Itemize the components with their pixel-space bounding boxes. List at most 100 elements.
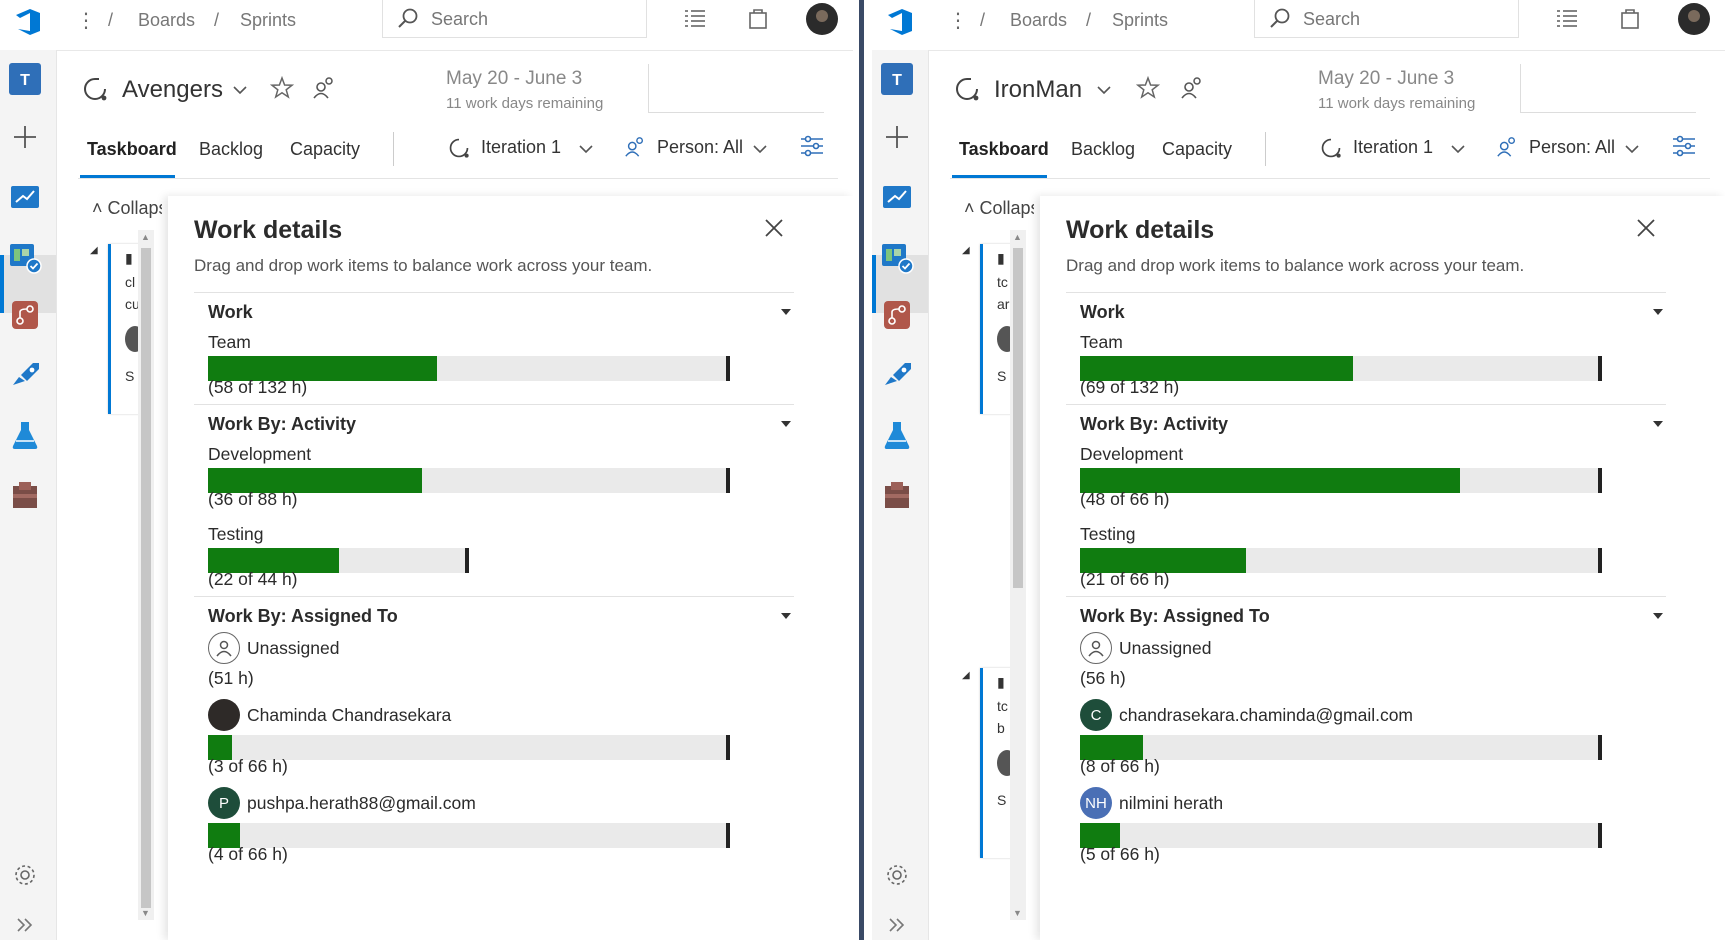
section-activity-title[interactable]: Work By: Activity [1080, 414, 1228, 435]
collapse-all-link[interactable]: ˄ Collapse [92, 198, 162, 219]
favorite-star-icon[interactable] [1136, 76, 1160, 100]
section-work-title[interactable]: Work [1080, 302, 1125, 323]
team-name[interactable]: Avengers [122, 76, 223, 104]
tab-capacity[interactable]: Capacity [1162, 139, 1232, 160]
card-title-fragment: b [997, 720, 1005, 736]
settings-gear-icon[interactable] [8, 858, 42, 892]
iteration-picker[interactable]: Iteration 1 [481, 137, 561, 158]
row-expander-icon[interactable]: ◢ [962, 670, 970, 681]
project-icon[interactable]: T [8, 62, 42, 96]
plus-icon[interactable] [880, 120, 914, 154]
user-avatar[interactable] [806, 3, 838, 35]
test-plans-icon[interactable] [8, 418, 42, 452]
chevron-down-icon[interactable] [752, 143, 768, 155]
chevron-down-icon[interactable] [232, 84, 248, 96]
azure-devops-logo-icon[interactable] [884, 6, 916, 38]
breadcrumb-sprints[interactable]: Sprints [1112, 10, 1168, 31]
tab-taskboard[interactable]: Taskboard [959, 139, 1049, 160]
person-filter[interactable]: Person: All [1529, 137, 1615, 158]
close-icon[interactable] [1636, 218, 1656, 238]
filter-settings-icon[interactable] [1672, 135, 1696, 157]
chevron-down-icon[interactable] [1096, 84, 1112, 96]
section-assigned-title[interactable]: Work By: Assigned To [1080, 606, 1270, 627]
test-plans-icon[interactable] [880, 418, 914, 452]
tab-capacity[interactable]: Capacity [290, 139, 360, 160]
expand-rail-icon[interactable] [880, 908, 914, 940]
repos-icon[interactable] [8, 298, 42, 332]
board-scrollbar[interactable]: ▲ ▼ [138, 230, 154, 920]
team-sprint-icon [84, 78, 107, 101]
section-activity-title[interactable]: Work By: Activity [208, 414, 356, 435]
shopping-bag-icon[interactable] [1620, 7, 1640, 29]
boards-icon[interactable] [880, 240, 914, 274]
scroll-up-arrow[interactable]: ▲ [1013, 232, 1022, 242]
capacity-marker [1598, 735, 1602, 760]
capacity-marker [1598, 823, 1602, 848]
person-filter[interactable]: Person: All [657, 137, 743, 158]
pipelines-icon[interactable] [880, 358, 914, 392]
team-members-icon[interactable] [1180, 76, 1204, 100]
left-window: ⋮ / Boards / Sprints Search T Avengers M… [0, 0, 853, 940]
activity-label: Testing [208, 524, 264, 544]
azure-devops-logo-icon[interactable] [12, 6, 44, 38]
filter-settings-icon[interactable] [800, 135, 824, 157]
expand-rail-icon[interactable] [8, 908, 42, 940]
section-collapse-caret-icon[interactable] [1653, 613, 1663, 619]
breadcrumb-boards[interactable]: Boards [1010, 10, 1067, 31]
scrollbar-thumb[interactable] [1013, 248, 1023, 588]
assignee-hours: (5 of 66 h) [1080, 844, 1160, 864]
section-collapse-caret-icon[interactable] [781, 421, 791, 427]
scroll-down-arrow[interactable]: ▼ [141, 908, 150, 918]
card-type-icon: ▮ [997, 674, 1005, 690]
search-input[interactable]: Search [382, 0, 647, 38]
pipelines-icon[interactable] [8, 358, 42, 392]
more-icon[interactable]: ⋮ [76, 8, 96, 33]
team-sprint-icon [956, 78, 979, 101]
list-icon[interactable] [1556, 8, 1578, 28]
scrollbar-thumb[interactable] [141, 248, 151, 908]
search-input[interactable]: Search [1254, 0, 1519, 38]
scroll-down-arrow[interactable]: ▼ [1013, 908, 1022, 918]
breadcrumb-sprints[interactable]: Sprints [240, 10, 296, 31]
breadcrumb-boards[interactable]: Boards [138, 10, 195, 31]
chevron-down-icon[interactable] [1450, 143, 1466, 155]
scroll-up-arrow[interactable]: ▲ [141, 232, 150, 242]
section-collapse-caret-icon[interactable] [1653, 309, 1663, 315]
favorite-star-icon[interactable] [270, 76, 294, 100]
capacity-marker [726, 468, 730, 493]
repos-icon[interactable] [880, 298, 914, 332]
chevron-down-icon[interactable] [1624, 143, 1640, 155]
shopping-bag-icon[interactable] [748, 7, 768, 29]
boards-icon[interactable] [8, 240, 42, 274]
overview-icon[interactable] [880, 180, 914, 214]
list-icon[interactable] [684, 8, 706, 28]
user-avatar[interactable] [1678, 3, 1710, 35]
tab-taskboard[interactable]: Taskboard [87, 139, 177, 160]
close-icon[interactable] [764, 218, 784, 238]
iteration-picker[interactable]: Iteration 1 [1353, 137, 1433, 158]
plus-icon[interactable] [8, 120, 42, 154]
section-collapse-caret-icon[interactable] [781, 309, 791, 315]
settings-gear-icon[interactable] [880, 858, 914, 892]
tab-backlog[interactable]: Backlog [1071, 139, 1135, 160]
more-icon[interactable]: ⋮ [948, 8, 968, 33]
section-collapse-caret-icon[interactable] [781, 613, 791, 619]
team-members-icon[interactable] [312, 76, 336, 100]
row-expander-icon[interactable]: ◢ [962, 245, 970, 256]
card-title-fragment: tc [997, 274, 1008, 290]
board-scrollbar[interactable]: ▲ ▼ [1010, 230, 1026, 920]
collapse-all-link[interactable]: ˄ Collapse [964, 198, 1034, 219]
team-name[interactable]: IronMan [994, 76, 1082, 104]
artifacts-icon[interactable] [880, 478, 914, 512]
assignee-name: Unassigned [1119, 638, 1212, 658]
section-assigned-title[interactable]: Work By: Assigned To [208, 606, 398, 627]
tab-backlog[interactable]: Backlog [199, 139, 263, 160]
iteration-dates: May 20 - June 3 [446, 68, 583, 89]
section-collapse-caret-icon[interactable] [1653, 421, 1663, 427]
chevron-down-icon[interactable] [578, 143, 594, 155]
section-work-title[interactable]: Work [208, 302, 253, 323]
artifacts-icon[interactable] [8, 478, 42, 512]
row-expander-icon[interactable]: ◢ [90, 245, 98, 256]
overview-icon[interactable] [8, 180, 42, 214]
project-icon[interactable]: T [880, 62, 914, 96]
